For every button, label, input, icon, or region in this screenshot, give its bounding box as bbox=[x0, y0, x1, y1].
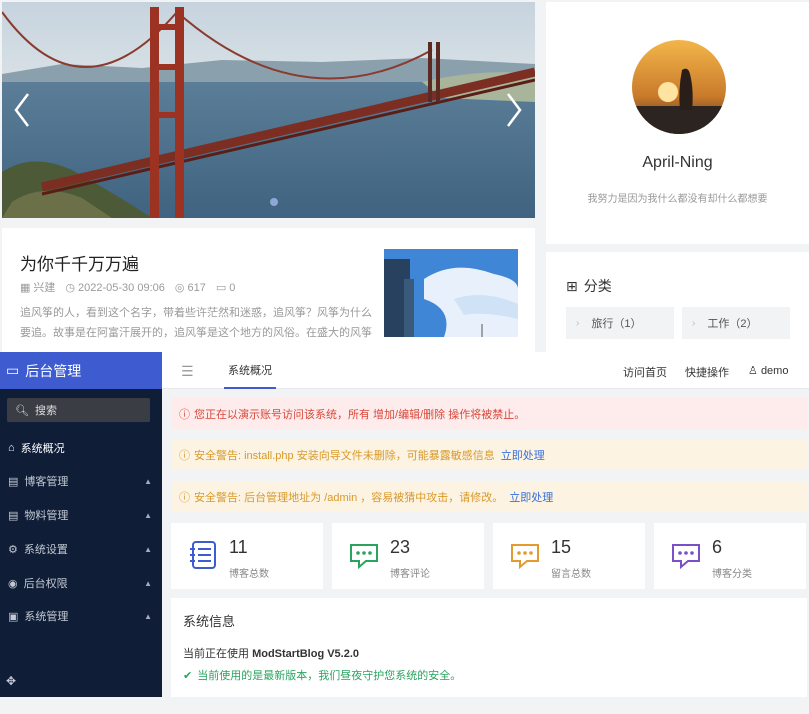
post-thumbnail[interactable] bbox=[384, 249, 518, 337]
chevron-right-icon: › bbox=[576, 317, 580, 329]
author-icon: ▦ bbox=[20, 282, 31, 294]
eye-icon: ◎ bbox=[174, 281, 185, 294]
sidebar-item-settings[interactable]: ⚙ 系统设置 ▲ bbox=[0, 537, 162, 561]
category-item-work[interactable]: › 工作（2） bbox=[682, 307, 790, 339]
gear-icon: ⚙ bbox=[8, 543, 18, 556]
user-circle-icon: ◉ bbox=[8, 577, 18, 590]
sidebar-item-overview[interactable]: ⌂ 系统概况 bbox=[0, 436, 162, 460]
carousel-banner[interactable] bbox=[2, 2, 535, 218]
admin-brand[interactable]: ▭ 后台管理 bbox=[0, 352, 162, 389]
sidebar-item-permissions[interactable]: ◉ 后台权限 ▲ bbox=[0, 571, 162, 595]
next-arrow-icon[interactable] bbox=[502, 90, 526, 130]
stat-messages[interactable]: 15 留言总数 bbox=[493, 523, 645, 589]
profile-name: April-Ning bbox=[642, 154, 713, 171]
stat-label: 博客总数 bbox=[229, 569, 269, 580]
menu-toggle-icon[interactable]: ☰ bbox=[181, 363, 194, 380]
stat-label: 博客评论 bbox=[390, 569, 430, 580]
system-info-panel: 系统信息 当前正在使用 ModStartBlog V5.2.0 ✔ 当前使用的是… bbox=[171, 598, 807, 697]
search-icon: 🔍︎ bbox=[15, 404, 29, 417]
golden-gate-bridge-image bbox=[2, 2, 535, 218]
version-line: 当前正在使用 ModStartBlog V5.2.0 bbox=[183, 648, 360, 660]
fix-path-link[interactable]: 立即处理 bbox=[509, 489, 553, 505]
category-title: ⊞ 分类 bbox=[566, 277, 612, 295]
warning-circle-icon: ⓘ bbox=[179, 408, 190, 421]
clock-icon: ◷ bbox=[65, 281, 76, 294]
chevron-right-icon: › bbox=[692, 317, 696, 329]
post-date: 2022-05-30 09:06 bbox=[78, 281, 165, 294]
system-info-title: 系统信息 bbox=[183, 614, 236, 629]
chat-bubble-icon bbox=[672, 544, 700, 570]
monitor-icon: ▭ bbox=[6, 362, 20, 378]
post-excerpt: 追风筝的人，看到这个名字，带着些许茫然和迷惑，追风筝？风筝为什么要追。故事是在阿… bbox=[20, 307, 372, 339]
stat-label: 博客分类 bbox=[712, 569, 752, 580]
sidebar-search[interactable]: 🔍︎ 搜索 bbox=[7, 398, 150, 422]
user-icon: ♙ bbox=[748, 365, 758, 377]
stat-label: 留言总数 bbox=[551, 569, 591, 580]
stat-value: 6 bbox=[712, 537, 723, 557]
post-card[interactable]: 为你千千万万遍 ▦ 兴建 ◷ 2022-05-30 09:06 ◎ 617 ▭ 0 追风… bbox=[2, 228, 535, 352]
warning-circle-icon: ⓘ bbox=[179, 491, 190, 504]
visit-home-link[interactable]: 访问首页 bbox=[623, 364, 667, 380]
carousel-indicator[interactable] bbox=[270, 198, 278, 206]
grid-icon: ⊞ bbox=[566, 277, 578, 294]
category-item-travel[interactable]: › 旅行（1） bbox=[566, 307, 674, 339]
fix-install-link[interactable]: 立即处理 bbox=[501, 447, 545, 463]
category-card: ⊞ 分类 › 旅行（1） › 工作（2） bbox=[546, 252, 809, 352]
version-name: ModStartBlog V5.2.0 bbox=[252, 648, 360, 660]
tab-overview[interactable]: 系统概况 bbox=[224, 352, 276, 389]
stat-blog-comments[interactable]: 23 博客评论 bbox=[332, 523, 484, 589]
sidebar-item-blog[interactable]: ▤ 博客管理 ▲ bbox=[0, 469, 162, 493]
shortcut-menu[interactable]: 快捷操作 bbox=[685, 364, 729, 380]
post-views: 617 bbox=[187, 281, 206, 294]
user-menu[interactable]: ♙ demo bbox=[748, 364, 788, 377]
stat-value: 23 bbox=[390, 537, 411, 557]
stat-value: 11 bbox=[229, 537, 248, 557]
caret-up-icon: ▲ bbox=[144, 544, 152, 554]
alert-demo-account: ⓘ 您正在以演示账号访问该系统，所有 增加/编辑/删除 操作将被禁止。 bbox=[171, 398, 807, 429]
stat-blog-count[interactable]: 11 博客总数 bbox=[171, 523, 323, 589]
check-circle-icon: ✔ bbox=[183, 669, 193, 682]
profile-motto: 我努力是因为我什么都没有却什么都想要 bbox=[587, 194, 768, 205]
caret-up-icon: ▲ bbox=[144, 510, 152, 520]
post-author: 兴建 bbox=[33, 282, 56, 294]
list-icon bbox=[190, 541, 216, 569]
post-meta: ▦ 兴建 ◷ 2022-05-30 09:06 ◎ 617 ▭ 0 bbox=[20, 279, 235, 295]
post-comments: 0 bbox=[229, 281, 236, 294]
avatar[interactable] bbox=[632, 40, 726, 134]
move-icon[interactable]: ✥ bbox=[6, 674, 16, 688]
alert-admin-path: ⓘ 安全警告: 后台管理地址为 /admin ，容易被猜中攻击，请修改。 立即处… bbox=[171, 481, 807, 512]
sidebar-item-material[interactable]: ▤ 物料管理 ▲ bbox=[0, 503, 162, 527]
caret-up-icon: ▲ bbox=[144, 611, 152, 621]
document-icon: ▤ bbox=[8, 509, 19, 522]
caret-up-icon: ▲ bbox=[144, 476, 152, 486]
admin-sidebar: ▭ 后台管理 🔍︎ 搜索 ⌂ 系统概况 ▤ 博客管理 ▲ ▤ 物料管理 ▲ ⚙ … bbox=[0, 352, 162, 697]
comment-icon: ▭ bbox=[215, 281, 227, 294]
chat-bubble-icon bbox=[350, 544, 378, 570]
latest-version-line: ✔ 当前使用的是最新版本，我们昼夜守护您系统的安全。 bbox=[183, 669, 462, 683]
stat-value: 15 bbox=[551, 537, 572, 557]
profile-card: April-Ning 我努力是因为我什么都没有却什么都想要 bbox=[546, 2, 809, 244]
alert-install-file: ⓘ 安全警告: install.php 安装向导文件未删除，可能暴露敏感信息 立… bbox=[171, 439, 807, 470]
document-icon: ▤ bbox=[8, 475, 19, 488]
terminal-icon: ▣ bbox=[8, 610, 19, 623]
prev-arrow-icon[interactable] bbox=[10, 90, 34, 130]
post-title[interactable]: 为你千千万万遍 bbox=[20, 250, 139, 275]
warning-circle-icon: ⓘ bbox=[179, 449, 190, 462]
sidebar-item-system[interactable]: ▣ 系统管理 ▲ bbox=[0, 604, 162, 628]
admin-topbar: ☰ 系统概况 访问首页 快捷操作 ♙ demo bbox=[162, 352, 809, 389]
home-icon: ⌂ bbox=[8, 442, 15, 454]
caret-up-icon: ▲ bbox=[144, 578, 152, 588]
chat-bubble-icon bbox=[511, 544, 539, 570]
stat-categories[interactable]: 6 博客分类 bbox=[654, 523, 806, 589]
